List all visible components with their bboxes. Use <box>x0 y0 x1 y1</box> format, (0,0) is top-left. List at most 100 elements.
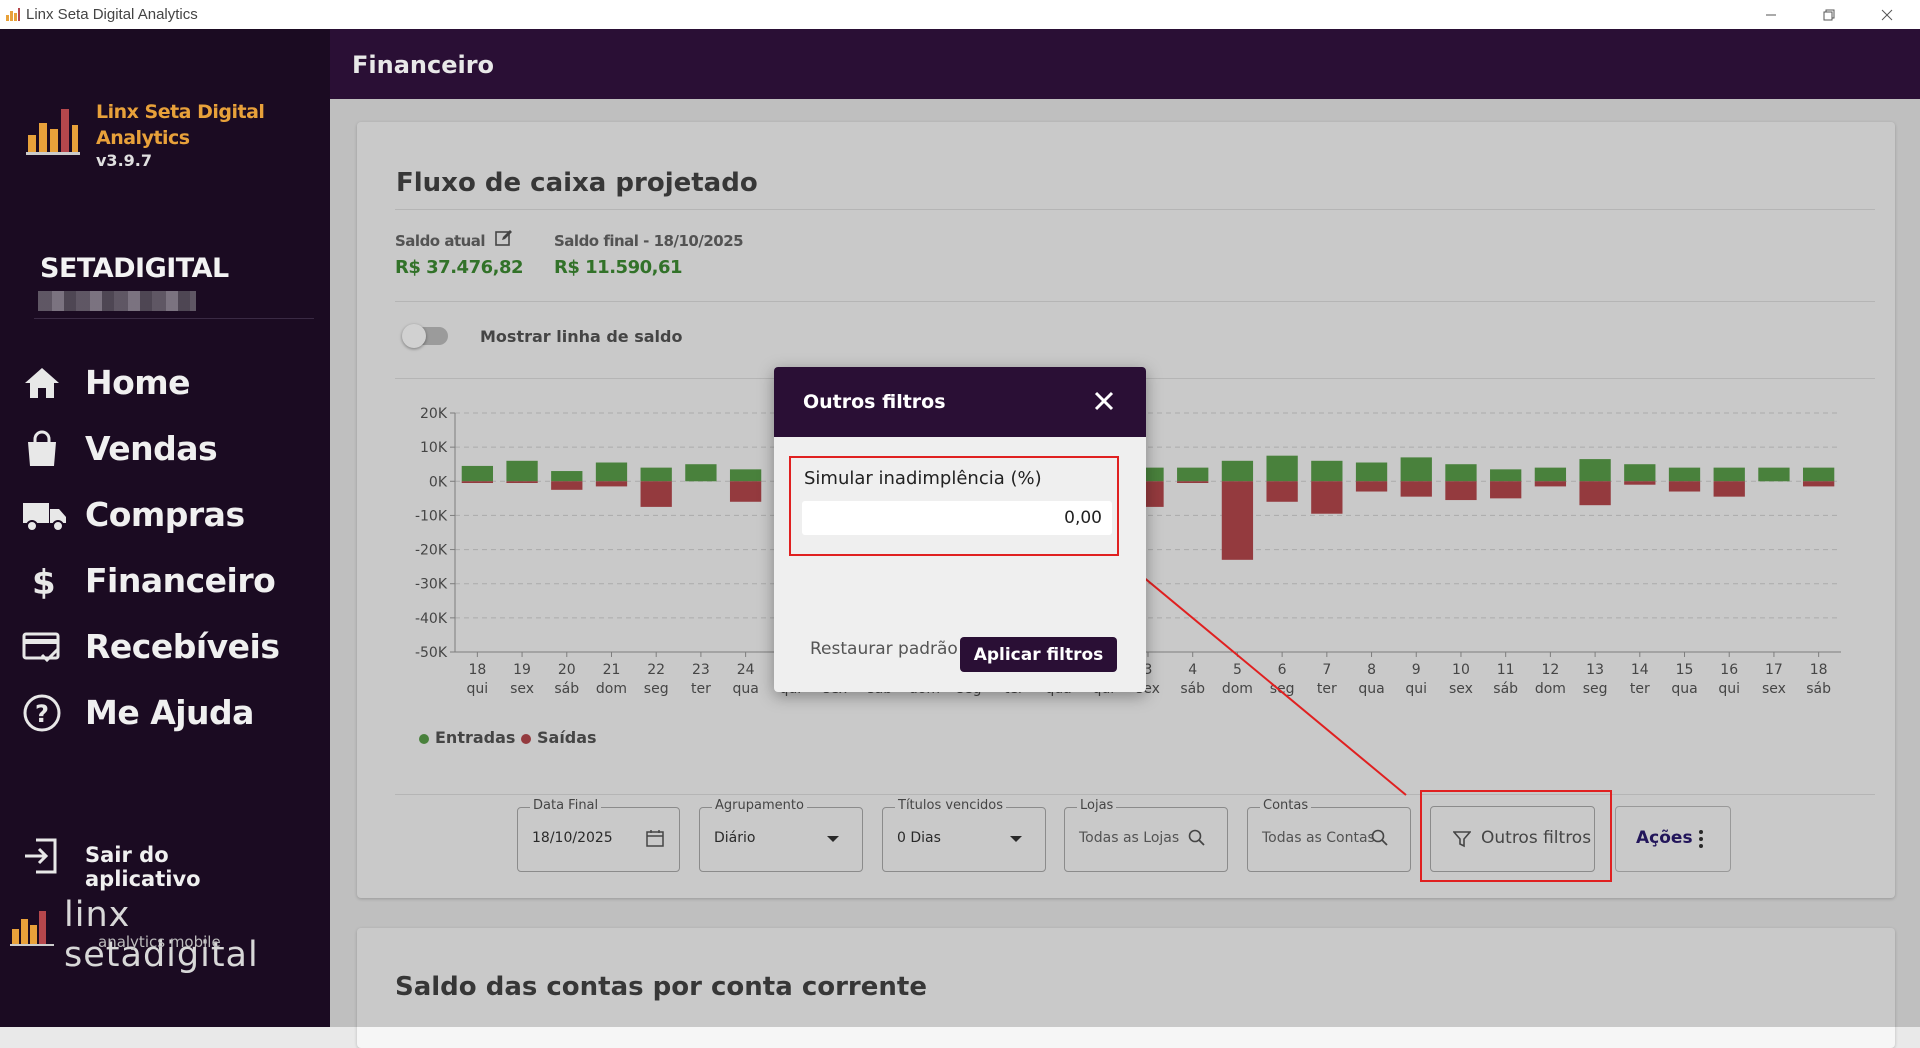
exit-app-button[interactable]: Sair do aplicativo <box>22 837 282 891</box>
x-tick-label-weekday: sex <box>1449 681 1473 697</box>
y-tick-label: 0K <box>429 474 448 490</box>
saldo-contas-title: Saldo das contas por conta corrente <box>395 972 927 1002</box>
nav-label-vendas: Vendas <box>85 429 218 468</box>
bar-saidas <box>1400 481 1432 497</box>
dollar-icon: $ <box>32 563 56 601</box>
bar-entradas <box>1355 462 1388 482</box>
highlight-sim-input <box>789 456 1119 556</box>
nav-item-financeiro[interactable]: $ Financeiro <box>22 557 322 607</box>
home-icon <box>25 368 59 398</box>
page-title: Financeiro <box>352 51 495 79</box>
bar-entradas <box>1624 464 1656 482</box>
x-tick-label-day: 10 <box>1452 662 1470 678</box>
brand-subtitle: analytics mobile <box>98 933 221 951</box>
legend-label-saidas: Saídas <box>537 728 597 747</box>
contas-search[interactable]: Contas Todas as Contas <box>1247 798 1411 872</box>
bar-entradas <box>551 471 583 482</box>
nav-label-compras: Compras <box>85 495 245 534</box>
divider <box>34 318 314 319</box>
nav-item-recebiveis[interactable]: Recebíveis <box>22 623 322 673</box>
x-tick-label-weekday: seg <box>1583 681 1608 697</box>
help-icon: ? <box>23 694 61 732</box>
titulos-vencidos-label: Títulos vencidos <box>895 798 1007 813</box>
bar-saidas <box>506 481 538 483</box>
x-tick-label-weekday: sex <box>510 681 534 697</box>
x-tick-label-day: 24 <box>737 662 755 678</box>
x-tick-label-day: 9 <box>1412 662 1421 678</box>
agrupamento-value: Diário <box>714 830 756 846</box>
y-tick-label: -30K <box>415 577 448 593</box>
bar-saidas <box>1802 481 1835 487</box>
search-icon <box>1371 829 1388 846</box>
exit-label: Sair do aplicativo <box>85 843 201 891</box>
x-tick-label-day: 15 <box>1676 662 1694 678</box>
data-final-field[interactable]: Data Final 18/10/2025 <box>517 798 680 872</box>
x-tick-label-weekday: qui <box>1718 681 1740 697</box>
svg-text:$: $ <box>32 563 56 601</box>
dialog-header: Outros filtros <box>774 367 1146 437</box>
x-tick-label-weekday: sáb <box>1180 681 1205 697</box>
apply-filters-button[interactable]: Aplicar filtros <box>960 637 1117 672</box>
nav-item-me-ajuda[interactable]: ? Me Ajuda <box>22 689 322 739</box>
calendar-icon[interactable] <box>645 828 665 848</box>
bar-saidas <box>1445 481 1477 501</box>
x-tick-label-weekday: ter <box>691 681 711 697</box>
restore-icon[interactable] <box>1818 4 1840 26</box>
titulos-vencidos-select[interactable]: Títulos vencidos 0 Dias <box>882 798 1046 872</box>
bar-entradas <box>1490 469 1522 482</box>
bar-saidas <box>461 481 494 483</box>
company-subtitle-redacted <box>38 291 196 311</box>
x-tick-label-day: 19 <box>513 662 531 678</box>
bar-entradas <box>506 460 538 482</box>
x-tick-label-day: 4 <box>1188 662 1197 678</box>
lojas-search[interactable]: Lojas Todas as Lojas <box>1064 798 1228 872</box>
x-tick-label-day: 11 <box>1497 662 1515 678</box>
bar-entradas <box>1400 457 1432 482</box>
y-tick-label: 10K <box>420 440 448 456</box>
more-vert-icon <box>1699 830 1703 848</box>
bar-entradas <box>1221 460 1254 482</box>
exit-icon <box>25 838 57 874</box>
minimize-icon[interactable] <box>1760 4 1782 26</box>
bar-entradas <box>1177 467 1209 482</box>
bar-entradas <box>461 465 494 482</box>
nav-item-home[interactable]: Home <box>22 359 322 409</box>
saldo-contas-card: Saldo das contas por conta corrente <box>357 928 1895 1048</box>
x-tick-label-weekday: seg <box>1270 681 1295 697</box>
x-tick-label-day: 7 <box>1322 662 1331 678</box>
x-tick-label-weekday: qua <box>1671 681 1697 697</box>
x-tick-label-day: 5 <box>1233 662 1242 678</box>
titulos-vencidos-value: 0 Dias <box>897 830 941 846</box>
y-tick-label: -10K <box>415 508 448 524</box>
x-tick-label-day: 20 <box>558 662 576 678</box>
x-tick-label-day: 17 <box>1765 662 1783 678</box>
nav-label-me-ajuda: Me Ajuda <box>85 693 254 732</box>
bar-saidas <box>1311 481 1343 514</box>
close-window-icon[interactable] <box>1876 4 1898 26</box>
app-version: v3.9.7 <box>96 151 152 170</box>
bar-entradas <box>729 469 762 482</box>
data-final-value: 18/10/2025 <box>532 830 613 846</box>
x-tick-label-weekday: ter <box>1317 681 1337 697</box>
close-icon[interactable] <box>1090 387 1118 415</box>
x-tick-label-weekday: qua <box>1358 681 1384 697</box>
bar-saidas <box>729 481 762 502</box>
agrupamento-select[interactable]: Agrupamento Diário <box>699 798 863 872</box>
nav-label-home: Home <box>85 363 191 402</box>
bar-entradas <box>1445 464 1477 482</box>
bar-saidas <box>1221 481 1254 560</box>
contas-label: Contas <box>1260 798 1312 813</box>
acoes-button[interactable]: Ações <box>1615 806 1731 872</box>
nav-item-compras[interactable]: Compras <box>22 491 322 541</box>
contas-placeholder: Todas as Contas <box>1262 830 1375 846</box>
x-tick-label-weekday: qui <box>467 681 489 697</box>
bar-saidas <box>1490 481 1522 499</box>
nav-item-vendas[interactable]: Vendas <box>22 425 322 475</box>
bar-saidas <box>551 481 583 490</box>
restore-default-button[interactable]: Restaurar padrão <box>810 639 958 659</box>
receipt-icon <box>22 632 60 663</box>
x-tick-label-weekday: dom <box>1222 681 1253 697</box>
nav-label-financeiro: Financeiro <box>85 561 276 600</box>
bar-entradas <box>640 467 672 482</box>
x-tick-label-day: 8 <box>1367 662 1376 678</box>
